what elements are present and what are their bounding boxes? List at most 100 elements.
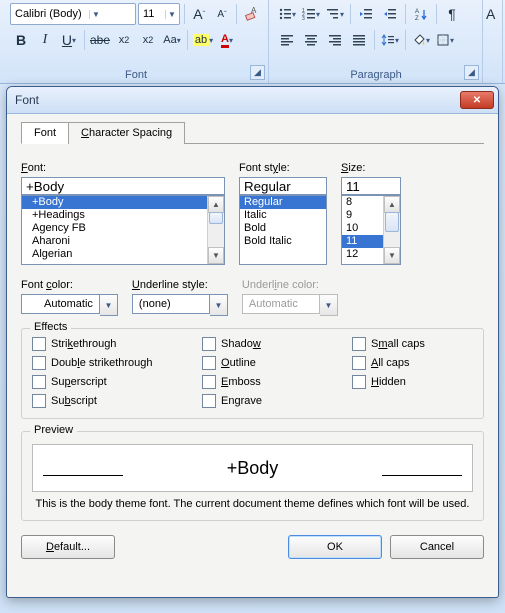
font-name-combo[interactable]: Calibri (Body) ▼ bbox=[10, 3, 136, 25]
default-button[interactable]: Default... bbox=[21, 535, 115, 559]
subscript-button[interactable]: x2 bbox=[113, 29, 135, 51]
scroll-up-icon[interactable]: ▲ bbox=[384, 196, 400, 213]
tab-font[interactable]: Font bbox=[21, 122, 69, 144]
scrollbar[interactable]: ▲ ▼ bbox=[383, 196, 400, 264]
list-item[interactable]: Agency FB bbox=[22, 222, 208, 235]
titlebar[interactable]: Font ✕ bbox=[7, 87, 498, 114]
checkbox-outline[interactable]: Outline bbox=[202, 356, 352, 370]
bullets-icon bbox=[278, 7, 292, 21]
checkbox-superscript[interactable]: Superscript bbox=[32, 375, 202, 389]
borders-icon bbox=[436, 33, 450, 47]
underline-color-dropdown: Automatic ▼ bbox=[242, 294, 338, 316]
checkbox-subscript[interactable]: Subscript bbox=[32, 394, 202, 408]
underline-button[interactable]: U▾ bbox=[58, 29, 80, 51]
font-input[interactable] bbox=[21, 177, 225, 195]
style-listbox[interactable]: RegularItalicBoldBold Italic bbox=[239, 195, 327, 265]
sort-button[interactable]: AZ bbox=[410, 3, 432, 25]
scroll-up-icon[interactable]: ▲ bbox=[208, 196, 224, 213]
list-item[interactable]: Bold Italic bbox=[240, 235, 326, 248]
label-font-color: Font color: bbox=[21, 279, 118, 291]
list-item[interactable]: Aharoni bbox=[22, 235, 208, 248]
checkbox-strikethrough[interactable]: Strikethrough bbox=[32, 337, 202, 351]
preview-box: +Body bbox=[32, 444, 473, 492]
chevron-down-icon[interactable]: ▼ bbox=[165, 10, 178, 19]
change-case-button[interactable]: Aa▾ bbox=[161, 29, 183, 51]
line-spacing-button[interactable]: ▾ bbox=[379, 29, 401, 51]
list-item[interactable]: 10 bbox=[342, 222, 384, 235]
font-color-dropdown[interactable]: Automatic ▼ bbox=[21, 294, 118, 316]
font-color-button[interactable]: A▾ bbox=[216, 29, 238, 51]
shading-button[interactable]: ▾ bbox=[410, 29, 432, 51]
preview-group: Preview +Body This is the body theme fon… bbox=[21, 431, 484, 521]
clear-formatting-button[interactable]: A bbox=[241, 3, 262, 25]
size-input[interactable] bbox=[341, 177, 401, 195]
font-listbox[interactable]: +Body+HeadingsAgency FBAharoniAlgerian ▲… bbox=[21, 195, 225, 265]
checkbox-allcaps[interactable]: All caps bbox=[352, 356, 472, 370]
scroll-thumb[interactable] bbox=[209, 212, 223, 224]
size-listbox[interactable]: 89101112 ▲ ▼ bbox=[341, 195, 401, 265]
scroll-thumb[interactable] bbox=[385, 212, 399, 232]
scrollbar[interactable]: ▲ ▼ bbox=[207, 196, 224, 264]
dialog-launcher-icon[interactable]: ◢ bbox=[250, 65, 265, 80]
label-size: Size: bbox=[341, 162, 401, 174]
font-size-value: 11 bbox=[139, 8, 165, 20]
decrease-indent-button[interactable] bbox=[355, 3, 377, 25]
svg-text:3: 3 bbox=[302, 16, 305, 21]
bold-button[interactable]: B bbox=[10, 29, 32, 51]
checkbox-engrave[interactable]: Engrave bbox=[202, 394, 352, 408]
show-marks-button[interactable]: ¶ bbox=[441, 3, 463, 25]
scroll-down-icon[interactable]: ▼ bbox=[384, 247, 400, 264]
list-item[interactable]: Italic bbox=[240, 209, 326, 222]
align-right-button[interactable] bbox=[324, 29, 346, 51]
list-item[interactable]: Algerian bbox=[22, 248, 208, 261]
label-style: Font style: bbox=[239, 162, 327, 174]
tab-character-spacing[interactable]: Character Spacing bbox=[68, 122, 185, 144]
tabs: Font Character Spacing bbox=[21, 121, 484, 144]
ribbon-group-paragraph: ▾ 123▾ ▾ AZ ¶ ▾ ▾ ▾ Paragraph ◢ bbox=[270, 0, 483, 83]
list-item[interactable]: 11 bbox=[342, 235, 384, 248]
label-underline-style: Underline style: bbox=[132, 279, 228, 291]
indent-icon bbox=[383, 7, 397, 21]
numbering-button[interactable]: 123▾ bbox=[300, 3, 322, 25]
align-left-button[interactable] bbox=[276, 29, 298, 51]
grow-font-button[interactable]: Aˆ bbox=[189, 3, 210, 25]
style-input[interactable] bbox=[239, 177, 327, 195]
list-item[interactable]: +Body bbox=[22, 196, 208, 209]
align-center-button[interactable] bbox=[300, 29, 322, 51]
checkbox-hidden[interactable]: Hidden bbox=[352, 375, 472, 389]
multilevel-button[interactable]: ▾ bbox=[324, 3, 346, 25]
list-item[interactable]: 12 bbox=[342, 248, 384, 261]
underline-style-dropdown[interactable]: (none) ▼ bbox=[132, 294, 228, 316]
close-button[interactable]: ✕ bbox=[460, 91, 494, 109]
effects-legend: Effects bbox=[30, 321, 71, 333]
chevron-down-icon[interactable]: ▼ bbox=[89, 10, 102, 19]
label-underline-color: Underline color: bbox=[242, 279, 338, 291]
justify-button[interactable] bbox=[348, 29, 370, 51]
checkbox-smallcaps[interactable]: Small caps bbox=[352, 337, 472, 351]
checkbox-shadow[interactable]: Shadow bbox=[202, 337, 352, 351]
font-size-combo[interactable]: 11 ▼ bbox=[138, 3, 180, 25]
highlight-button[interactable]: ab▾ bbox=[192, 29, 214, 51]
line-spacing-icon bbox=[381, 33, 395, 47]
strikethrough-button[interactable]: abe bbox=[89, 29, 111, 51]
superscript-button[interactable]: x2 bbox=[137, 29, 159, 51]
chevron-down-icon: ▼ bbox=[104, 301, 112, 310]
italic-button[interactable]: I bbox=[34, 29, 56, 51]
dialog-launcher-icon[interactable]: ◢ bbox=[464, 65, 479, 80]
borders-button[interactable]: ▾ bbox=[434, 29, 456, 51]
list-item[interactable]: Regular bbox=[240, 196, 326, 209]
checkbox-double-strike[interactable]: Double strikethrough bbox=[32, 356, 202, 370]
multilevel-icon bbox=[326, 7, 340, 21]
scroll-down-icon[interactable]: ▼ bbox=[208, 247, 224, 264]
ok-button[interactable]: OK bbox=[288, 535, 382, 559]
list-item[interactable]: 9 bbox=[342, 209, 384, 222]
bullets-button[interactable]: ▾ bbox=[276, 3, 298, 25]
increase-indent-button[interactable] bbox=[379, 3, 401, 25]
list-item[interactable]: +Headings bbox=[22, 209, 208, 222]
checkbox-emboss[interactable]: Emboss bbox=[202, 375, 352, 389]
list-item[interactable]: 8 bbox=[342, 196, 384, 209]
chevron-down-icon: ▼ bbox=[214, 301, 222, 310]
cancel-button[interactable]: Cancel bbox=[390, 535, 484, 559]
list-item[interactable]: Bold bbox=[240, 222, 326, 235]
shrink-font-button[interactable]: Aˇ bbox=[212, 3, 233, 25]
